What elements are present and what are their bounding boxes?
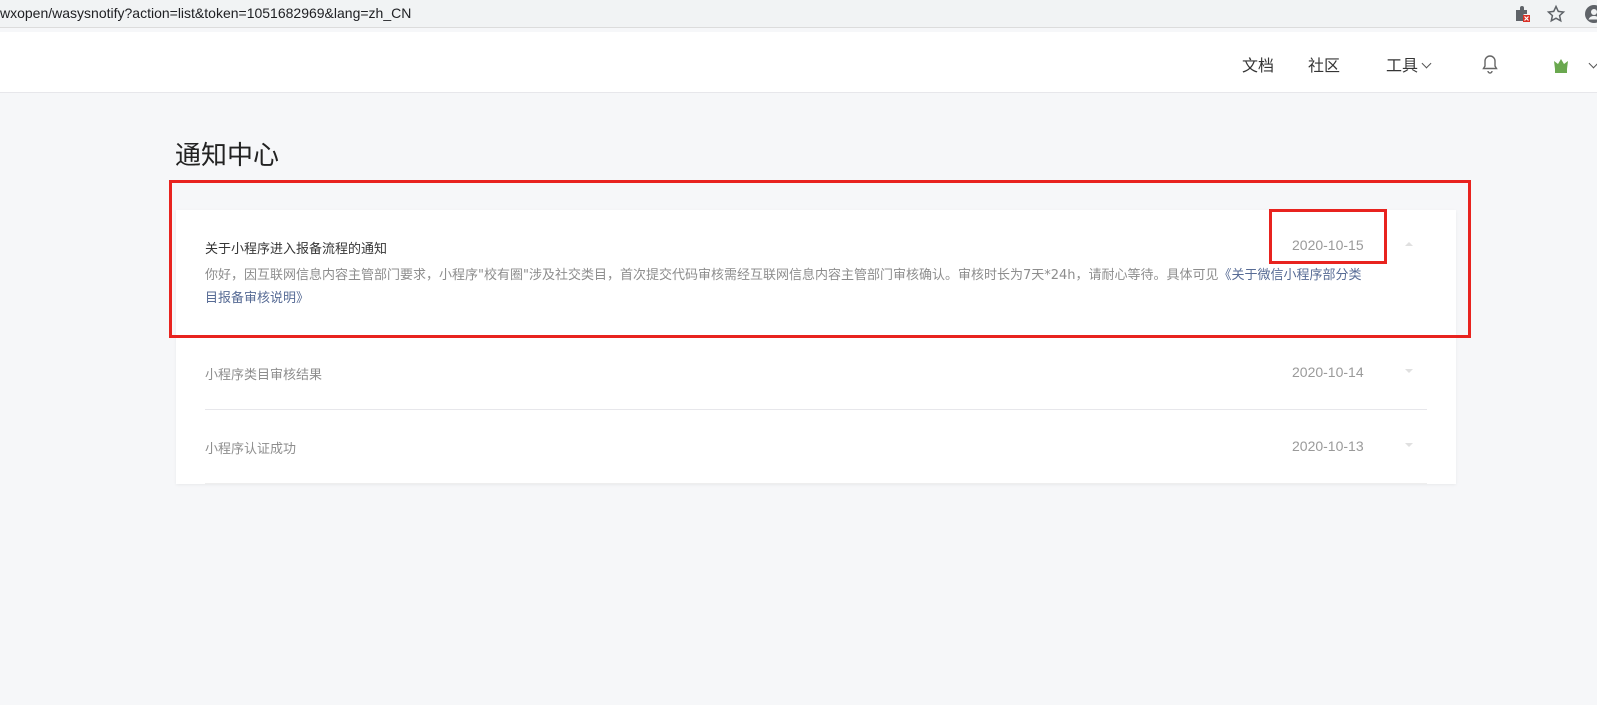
nav-tools-dropdown[interactable]: 工具 xyxy=(1386,52,1432,76)
notification-date: 2020-10-13 xyxy=(1292,438,1364,454)
account-chevron-icon[interactable] xyxy=(1588,58,1597,69)
divider xyxy=(205,409,1427,410)
address-url[interactable]: wxopen/wasysnotify?action=list&token=105… xyxy=(0,5,411,21)
profile-icon[interactable] xyxy=(1584,4,1597,24)
bell-icon[interactable] xyxy=(1480,53,1500,75)
chevron-down-icon xyxy=(1421,58,1432,69)
nav-community-link[interactable]: 社区 xyxy=(1308,52,1340,76)
notification-date: 2020-10-14 xyxy=(1292,364,1364,380)
browser-address-bar: wxopen/wasysnotify?action=list&token=105… xyxy=(0,0,1597,28)
extension-icon[interactable] xyxy=(1512,4,1532,24)
notification-title[interactable]: 小程序认证成功 xyxy=(205,438,296,457)
notification-title[interactable]: 小程序类目审核结果 xyxy=(205,364,322,383)
divider xyxy=(205,483,1427,484)
page-title: 通知中心 xyxy=(175,141,280,171)
top-navigation: 文档 社区 工具 xyxy=(0,32,1597,93)
nav-docs-link[interactable]: 文档 xyxy=(1242,52,1274,76)
highlight-box-date xyxy=(1269,209,1387,264)
expand-arrow-icon[interactable] xyxy=(1405,369,1413,373)
nav-tools-label: 工具 xyxy=(1386,56,1419,75)
expand-arrow-icon[interactable] xyxy=(1405,443,1413,447)
star-icon[interactable] xyxy=(1546,4,1566,24)
avatar[interactable] xyxy=(1550,54,1572,76)
